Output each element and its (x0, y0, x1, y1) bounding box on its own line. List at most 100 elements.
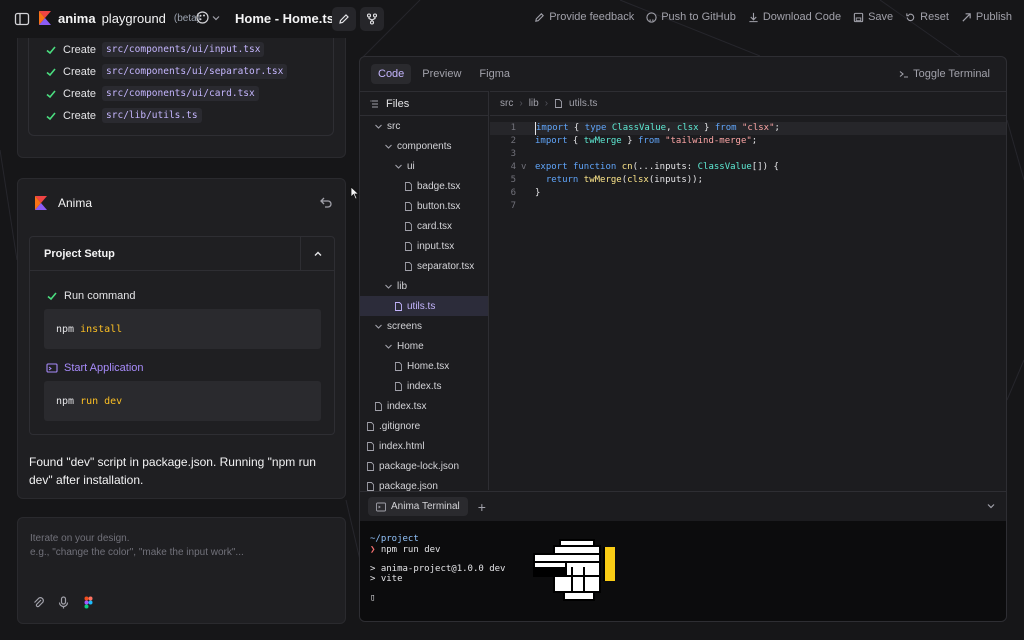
placeholder-line: e.g., "change the color", "make the inpu… (30, 547, 244, 558)
toggle-terminal-label: Toggle Terminal (913, 68, 990, 80)
project-setup-header[interactable]: Project Setup (30, 237, 334, 271)
chevron-up-icon (314, 251, 321, 256)
tree-item-label: utils.ts (407, 300, 436, 312)
file-item[interactable]: input.tsx (360, 236, 488, 256)
figma-icon[interactable] (82, 596, 95, 609)
breadcrumb-item[interactable]: src (500, 98, 513, 109)
theme-selector[interactable] (196, 11, 220, 24)
tree-item-label: separator.tsx (417, 260, 475, 272)
file-item[interactable]: card.tsx (360, 216, 488, 236)
tree-item-label: index.html (379, 440, 425, 452)
tree-item-label: badge.tsx (417, 180, 461, 192)
file-item[interactable]: separator.tsx (360, 256, 488, 276)
folder-item[interactable]: Home (360, 336, 488, 356)
code-line: 2 import { twMerge } from "tailwind-merge… (490, 135, 1006, 148)
anima-terminal-tab[interactable]: Anima Terminal (368, 497, 468, 516)
chevron-down-icon (375, 124, 382, 129)
reset-button[interactable]: Reset (905, 11, 949, 23)
code-line: 4 v export function cn(...inputs: ClassVal… (490, 161, 1006, 174)
file-icon (375, 401, 382, 411)
tab-code[interactable]: Code (371, 64, 412, 84)
publish-button[interactable]: Publish (961, 11, 1012, 23)
folder-item[interactable]: src (360, 116, 488, 136)
push-to-github-label: Push to GitHub (661, 11, 736, 23)
command-name: npm (56, 395, 75, 407)
undo-icon[interactable] (319, 195, 333, 209)
tree-item-label: input.tsx (417, 240, 455, 252)
tab-preview[interactable]: Preview (415, 64, 468, 84)
anima-message-text: Found "dev" script in package.json. Runn… (29, 455, 316, 487)
chevron-down-icon[interactable] (986, 501, 996, 511)
file-item[interactable]: Home.tsx (360, 356, 488, 376)
install-command-block: npm install (44, 309, 321, 349)
branch-button[interactable] (360, 7, 384, 31)
brand[interactable]: anima playground (beta) (38, 10, 200, 26)
folder-item[interactable]: ui (360, 156, 488, 176)
code-token: return (545, 175, 579, 185)
top-bar: anima playground (beta) Home - Home.tsx … (0, 0, 1024, 38)
anima-message-card: Anima Project Setup Run command npm insta… (17, 178, 346, 499)
folder-item[interactable]: lib (360, 276, 488, 296)
save-button[interactable]: Save (853, 11, 893, 23)
attach-icon[interactable] (32, 596, 45, 609)
file-item[interactable]: index.html (360, 436, 488, 456)
tree-item-label: .gitignore (379, 420, 421, 432)
tree-item-label: ui (407, 160, 415, 172)
push-to-github-button[interactable]: Push to GitHub (646, 11, 736, 23)
chevron-down-icon (212, 15, 220, 20)
code-token: { (568, 123, 585, 133)
tree-item-label: src (387, 120, 401, 132)
code-token: : (686, 162, 698, 172)
terminal-icon (46, 363, 58, 373)
file-item[interactable]: utils.ts (360, 296, 488, 316)
provide-feedback-button[interactable]: Provide feedback (534, 11, 634, 23)
line-number: 4 (510, 162, 516, 172)
fold-toggle[interactable]: v (521, 161, 526, 174)
line-number: 7 (510, 201, 516, 211)
task-item: Create src/lib/utils.ts (45, 108, 202, 123)
code-text: import { twMerge } from "tailwind-merge"… (535, 135, 757, 148)
terminal-output[interactable]: ~/project ❯ npm run dev > anima-project@… (360, 521, 1006, 621)
task-label: Create (63, 87, 97, 100)
file-item[interactable]: index.ts (360, 376, 488, 396)
code-token: } (535, 188, 541, 198)
code-token: import (536, 123, 569, 133)
tree-item-label: lib (397, 280, 408, 292)
files-header: Files (360, 92, 488, 116)
file-item[interactable]: .gitignore (360, 416, 488, 436)
provide-feedback-label: Provide feedback (549, 11, 635, 23)
breadcrumb-item[interactable]: utils.ts (569, 98, 597, 109)
terminal-prompt-icon (899, 71, 909, 78)
folder-item[interactable]: components (360, 136, 488, 156)
file-item[interactable]: package-lock.json (360, 456, 488, 476)
start-application-label: Start Application (64, 362, 144, 374)
pencil-icon (535, 12, 545, 22)
file-icon (367, 481, 374, 491)
files-label: Files (386, 97, 410, 110)
file-item[interactable]: index.tsx (360, 396, 488, 416)
terminal-prompt-symbol: ❯ (370, 545, 376, 555)
code-token: twMerge (583, 175, 622, 185)
microphone-icon[interactable] (57, 596, 70, 609)
anima-logo-icon (39, 11, 51, 25)
command-name: npm (56, 323, 75, 335)
collapse-button[interactable] (300, 237, 334, 271)
breadcrumb-item[interactable]: lib (529, 98, 539, 109)
file-icon (405, 261, 412, 271)
file-item[interactable]: button.tsx (360, 196, 488, 216)
prompt-input[interactable]: Iterate on your design. e.g., "change th… (17, 517, 346, 624)
tab-figma[interactable]: Figma (472, 64, 517, 84)
sidebar-toggle-icon[interactable] (14, 11, 30, 27)
file-icon (367, 461, 374, 471)
prompt-placeholder: Iterate on your design. e.g., "change th… (30, 532, 244, 560)
chevron-down-icon (385, 144, 392, 149)
toggle-terminal-button[interactable]: Toggle Terminal (899, 68, 990, 80)
tree-item-label: package-lock.json (379, 460, 460, 472)
folder-item[interactable]: screens (360, 316, 488, 336)
run-command-step: Run command (46, 290, 136, 302)
download-code-button[interactable]: Download Code (748, 11, 841, 23)
add-terminal-button[interactable]: + (478, 499, 486, 515)
edit-title-button[interactable] (332, 7, 356, 31)
file-item[interactable]: badge.tsx (360, 176, 488, 196)
